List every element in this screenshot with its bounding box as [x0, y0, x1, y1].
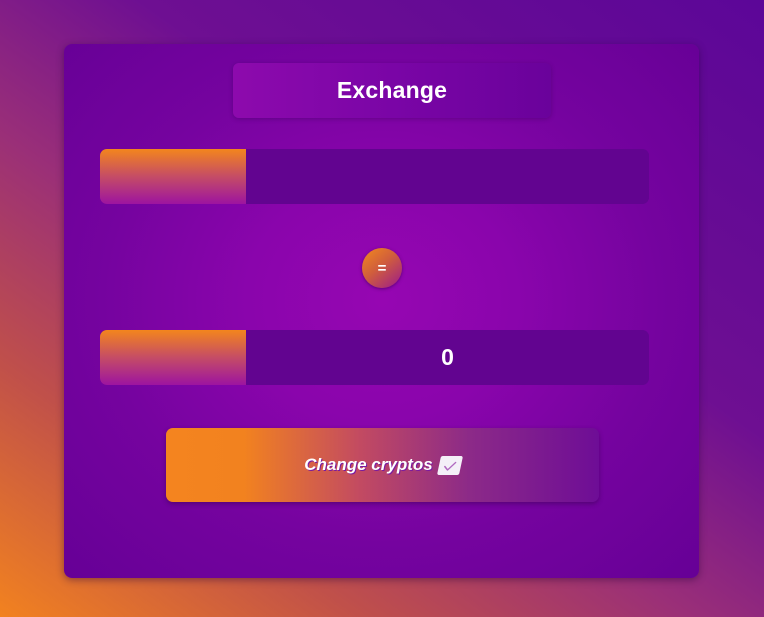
- check-mark-icon: [436, 455, 463, 475]
- from-row: [100, 149, 649, 204]
- change-cryptos-button[interactable]: Change cryptos: [166, 428, 599, 502]
- to-currency-selector[interactable]: [100, 330, 246, 385]
- equals-label: =: [377, 259, 387, 277]
- to-row: [100, 330, 649, 385]
- change-cryptos-label: Change cryptos: [304, 455, 433, 474]
- from-amount-input[interactable]: [246, 149, 649, 204]
- page-title: Exchange: [336, 77, 448, 103]
- exchange-card: Exchange = Change cryptos: [64, 44, 699, 578]
- from-currency-selector[interactable]: [100, 149, 246, 204]
- to-amount-input[interactable]: [246, 330, 649, 385]
- equals-button[interactable]: =: [362, 248, 402, 288]
- title-box: Exchange: [233, 63, 551, 118]
